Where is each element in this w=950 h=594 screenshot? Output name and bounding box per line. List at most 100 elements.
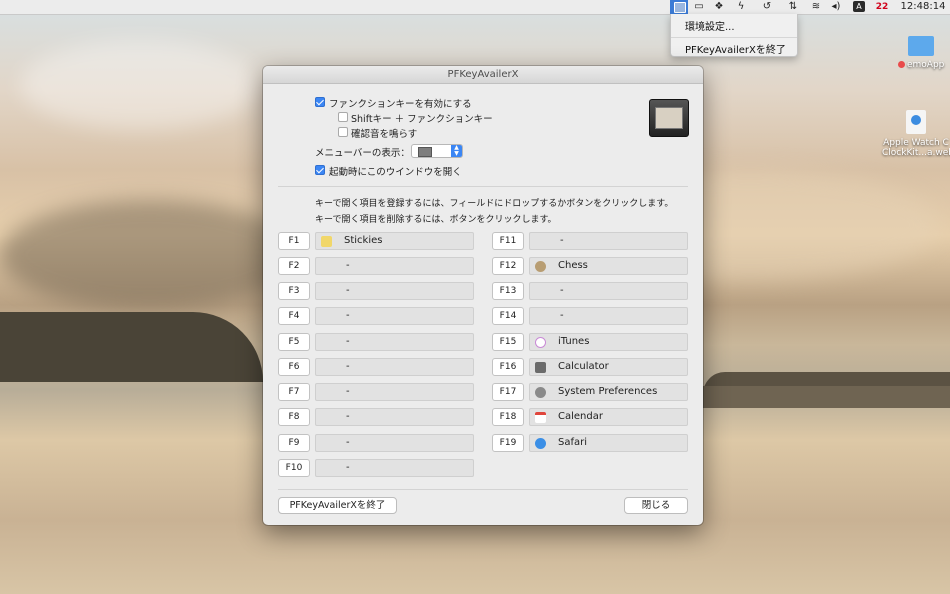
- fkey-button[interactable]: F7: [278, 383, 310, 401]
- safari-compass-icon: [911, 115, 921, 125]
- beep-label: 確認音を鳴らす: [351, 129, 418, 140]
- key-field[interactable]: Chess: [529, 257, 688, 275]
- desktop-webloc[interactable]: Apple Watch C ClockKit...a.webloc: [882, 110, 950, 158]
- clipboard-icon[interactable]: ▭: [692, 0, 706, 14]
- fkey-button[interactable]: F9: [278, 434, 310, 452]
- key-field[interactable]: iTunes: [529, 333, 688, 351]
- key-field-app: iTunes: [558, 336, 590, 347]
- divider: [278, 186, 688, 187]
- fkey-button[interactable]: F11: [492, 232, 524, 250]
- fkey-button[interactable]: F2: [278, 257, 310, 275]
- open-on-launch-checkbox[interactable]: [315, 165, 325, 175]
- clock[interactable]: 12:48:14: [898, 0, 948, 14]
- fkey-button[interactable]: F16: [492, 358, 524, 376]
- menu-bar: ▭ ❖ ϟ ↺ ⇅ ≋ ◂) A 22 12:48:14: [0, 0, 950, 15]
- fkey-button[interactable]: F17: [492, 383, 524, 401]
- key-field-app: -: [560, 310, 564, 321]
- network-icon[interactable]: ⇅: [786, 0, 800, 14]
- bolt-icon[interactable]: ϟ: [734, 0, 748, 14]
- app-keyboard-icon: [649, 99, 689, 137]
- menu-item-quit[interactable]: PFKeyAvailerXを終了: [685, 41, 786, 56]
- island-right-base: [703, 386, 950, 408]
- key-field[interactable]: -: [529, 282, 688, 300]
- calendar-date-icon[interactable]: 22: [874, 0, 890, 14]
- red-tag-icon: [898, 61, 905, 68]
- menu-separator: [671, 37, 797, 38]
- close-button[interactable]: 閉じる: [624, 497, 688, 514]
- system-preferences-icon: [535, 387, 546, 398]
- key-field[interactable]: Calendar: [529, 408, 688, 426]
- key-field[interactable]: Calculator: [529, 358, 688, 376]
- key-field-app: Calculator: [558, 361, 609, 372]
- pfkey-menubar-icon[interactable]: [670, 0, 688, 14]
- island-left: [0, 312, 263, 382]
- quit-app-button[interactable]: PFKeyAvailerXを終了: [278, 497, 397, 514]
- dropbox-icon[interactable]: ❖: [712, 0, 726, 14]
- fkey-button[interactable]: F5: [278, 333, 310, 351]
- key-field[interactable]: -: [315, 383, 474, 401]
- stickies-icon: [321, 236, 332, 247]
- menubar-display-popup[interactable]: ▲ ▼: [411, 144, 463, 158]
- desktop-folder-label: emoApp: [892, 60, 950, 70]
- fkey-button[interactable]: F10: [278, 459, 310, 477]
- fkey-button[interactable]: F1: [278, 232, 310, 250]
- volume-icon[interactable]: ◂): [829, 0, 843, 14]
- cloud: [20, 40, 260, 130]
- key-field-app: -: [560, 285, 564, 296]
- cloud: [0, 200, 300, 310]
- window-title: PFKeyAvailerX: [263, 66, 703, 84]
- date-day: 22: [875, 2, 889, 12]
- fkey-button[interactable]: F18: [492, 408, 524, 426]
- key-field-app: Calendar: [558, 411, 603, 422]
- open-on-launch-label: 起動時にこのウインドウを開く: [329, 167, 462, 178]
- key-field[interactable]: -: [315, 358, 474, 376]
- chess-icon: [535, 261, 546, 272]
- itunes-icon: [535, 337, 546, 348]
- wifi-icon[interactable]: ≋: [808, 0, 824, 14]
- key-field[interactable]: System Preferences: [529, 383, 688, 401]
- key-field[interactable]: -: [315, 408, 474, 426]
- key-field[interactable]: -: [529, 232, 688, 250]
- key-field[interactable]: -: [315, 307, 474, 325]
- desktop-folder[interactable]: emoApp: [892, 36, 950, 70]
- fkey-button[interactable]: F12: [492, 257, 524, 275]
- input-source-icon[interactable]: A: [853, 1, 865, 12]
- fkey-button[interactable]: F6: [278, 358, 310, 376]
- fkey-button[interactable]: F13: [492, 282, 524, 300]
- shift-fkeys-checkbox[interactable]: [338, 112, 348, 122]
- menu-item-preferences[interactable]: 環境設定...: [685, 18, 735, 33]
- fkey-button[interactable]: F14: [492, 307, 524, 325]
- key-field-app: Stickies: [344, 235, 383, 246]
- time-machine-icon[interactable]: ↺: [760, 0, 774, 14]
- key-field-app: Chess: [558, 260, 588, 271]
- safari-icon: [535, 438, 546, 449]
- clock-text: 12:48:14: [900, 1, 946, 12]
- key-field-app: Safari: [558, 437, 588, 448]
- key-field[interactable]: -: [315, 459, 474, 477]
- keyboard-glyph: [655, 107, 683, 129]
- key-field-app: -: [346, 411, 350, 422]
- fkey-button[interactable]: F4: [278, 307, 310, 325]
- key-field[interactable]: -: [315, 282, 474, 300]
- fkey-button[interactable]: F15: [492, 333, 524, 351]
- divider: [278, 489, 688, 490]
- key-field[interactable]: -: [529, 307, 688, 325]
- enable-fkeys-checkbox[interactable]: [315, 97, 325, 107]
- fkey-button[interactable]: F3: [278, 282, 310, 300]
- folder-icon: [908, 36, 934, 56]
- chevron-updown-icon: ▲ ▼: [451, 145, 462, 157]
- key-field[interactable]: Safari: [529, 434, 688, 452]
- key-field[interactable]: -: [315, 333, 474, 351]
- keyboard-icon: [418, 147, 432, 157]
- enable-fkeys-label: ファンクションキーを有効にする: [329, 99, 472, 110]
- fkey-button[interactable]: F8: [278, 408, 310, 426]
- key-field[interactable]: -: [315, 257, 474, 275]
- key-field[interactable]: -: [315, 434, 474, 452]
- fkey-button[interactable]: F19: [492, 434, 524, 452]
- key-field[interactable]: Stickies: [315, 232, 474, 250]
- shift-fkeys-label: Shiftキー ＋ ファンクションキー: [351, 114, 493, 125]
- beep-checkbox[interactable]: [338, 127, 348, 137]
- input-source-label: A: [856, 2, 862, 11]
- webloc-file-icon: [906, 110, 926, 134]
- key-field-app: -: [346, 462, 350, 473]
